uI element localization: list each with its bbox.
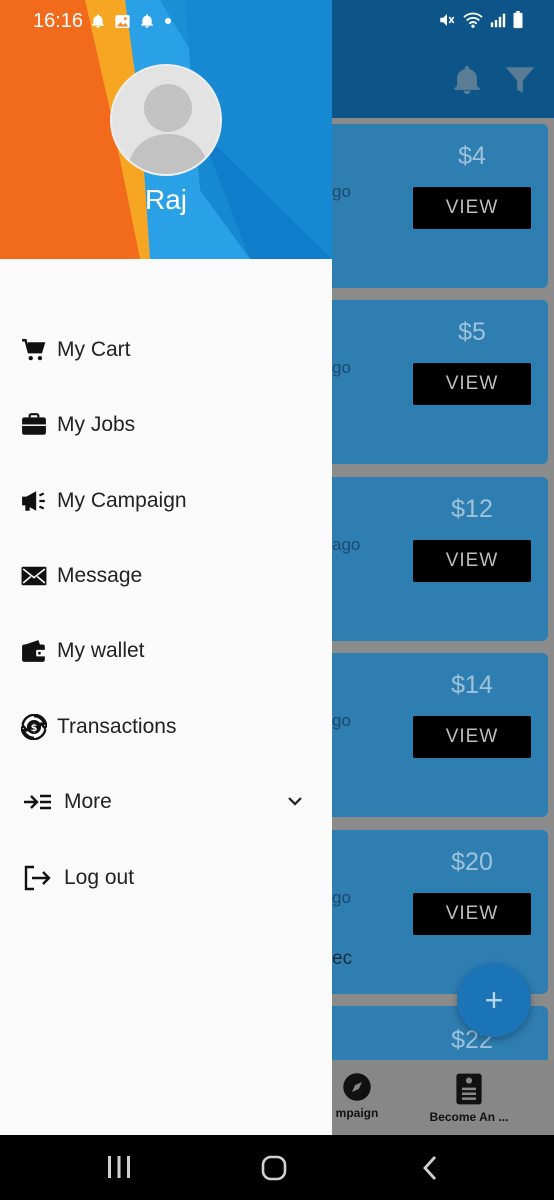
dot-icon [165, 18, 171, 24]
nav-become[interactable]: Become An ... [424, 1072, 514, 1124]
expand-list-icon [20, 788, 54, 816]
recent-apps-icon[interactable] [106, 1155, 132, 1179]
menu-label: Log out [64, 866, 135, 889]
job-price: $14 [451, 671, 493, 699]
posted-ago: go [332, 358, 351, 377]
notification-bell-icon [92, 14, 104, 28]
megaphone-icon [20, 487, 48, 515]
menu-label: My Cart [57, 338, 131, 361]
view-button[interactable]: VIEW [413, 363, 531, 405]
menu-label: Transactions [57, 715, 177, 738]
user-name: Raj [144, 184, 187, 215]
menu-item-my-jobs[interactable]: My Jobs [20, 403, 316, 447]
navigation-drawer: Raj My Cart My Jobs My Campaign Message … [0, 0, 332, 1135]
menu-item-my-cart[interactable]: My Cart [20, 328, 316, 372]
back-icon[interactable] [420, 1155, 440, 1181]
menu-label: More [64, 790, 112, 813]
menu-label: Message [57, 564, 143, 587]
menu-item-my-campaign[interactable]: My Campaign [20, 479, 316, 523]
job-price: $4 [458, 142, 486, 170]
status-notification-icons [90, 12, 173, 30]
job-price: $5 [458, 318, 486, 346]
job-extra-text: ec [332, 948, 353, 969]
chevron-down-icon[interactable] [286, 792, 304, 810]
cart-icon [20, 336, 48, 364]
system-navigation-bar [0, 1135, 554, 1200]
add-fab-button[interactable]: + [457, 963, 531, 1037]
briefcase-icon [20, 411, 48, 439]
menu-label: My Jobs [57, 413, 136, 436]
signal-icon [490, 13, 506, 28]
view-button[interactable]: VIEW [413, 716, 531, 758]
plus-icon: + [484, 981, 504, 1018]
menu-item-message[interactable]: Message [20, 554, 316, 598]
status-time: 16:16 [33, 10, 84, 32]
nav-become-label: Become An ... [429, 1110, 509, 1124]
wifi-icon [463, 12, 483, 28]
view-button[interactable]: VIEW [413, 893, 531, 935]
status-bar: 16:16 [0, 0, 554, 44]
job-card[interactable]: go $14 VIEW [312, 653, 548, 817]
envelope-icon [20, 562, 48, 590]
job-price: $20 [451, 848, 493, 876]
mute-icon [440, 14, 455, 26]
battery-icon [513, 11, 523, 29]
menu-item-more[interactable]: More [20, 780, 316, 824]
svg-text:$: $ [31, 723, 38, 734]
filter-icon[interactable] [503, 62, 537, 98]
job-card[interactable]: ago $12 VIEW [312, 477, 548, 641]
transactions-icon: $ [20, 713, 48, 741]
job-price: $12 [451, 495, 493, 523]
view-button[interactable]: VIEW [413, 187, 531, 229]
menu-label: My wallet [57, 639, 145, 662]
posted-ago: go [332, 711, 351, 730]
user-placeholder-icon [112, 66, 220, 174]
logout-icon [20, 864, 54, 892]
resume-icon [456, 1073, 482, 1105]
home-icon[interactable] [261, 1155, 287, 1181]
menu-item-transactions[interactable]: $ Transactions [20, 705, 316, 749]
nav-campaign[interactable]: mpaign [322, 1072, 392, 1120]
wallet-icon [20, 637, 48, 665]
menu-item-my-wallet[interactable]: My wallet [20, 629, 316, 673]
posted-ago: ago [332, 535, 361, 554]
posted-ago: go [332, 888, 351, 907]
posted-ago: go [332, 182, 351, 201]
notification-bell-icon[interactable] [450, 62, 484, 98]
status-system-icons [438, 11, 524, 29]
menu-label: My Campaign [57, 489, 187, 512]
avatar[interactable] [110, 64, 222, 176]
image-icon [115, 14, 130, 28]
nav-campaign-label: mpaign [335, 1106, 379, 1120]
notification-bell-icon [141, 14, 153, 28]
job-card[interactable]: go $4 VIEW [312, 124, 548, 288]
view-button[interactable]: VIEW [413, 540, 531, 582]
job-card[interactable]: go $5 VIEW [312, 300, 548, 464]
menu-item-log-out[interactable]: Log out [20, 856, 316, 900]
compass-icon [343, 1073, 371, 1101]
